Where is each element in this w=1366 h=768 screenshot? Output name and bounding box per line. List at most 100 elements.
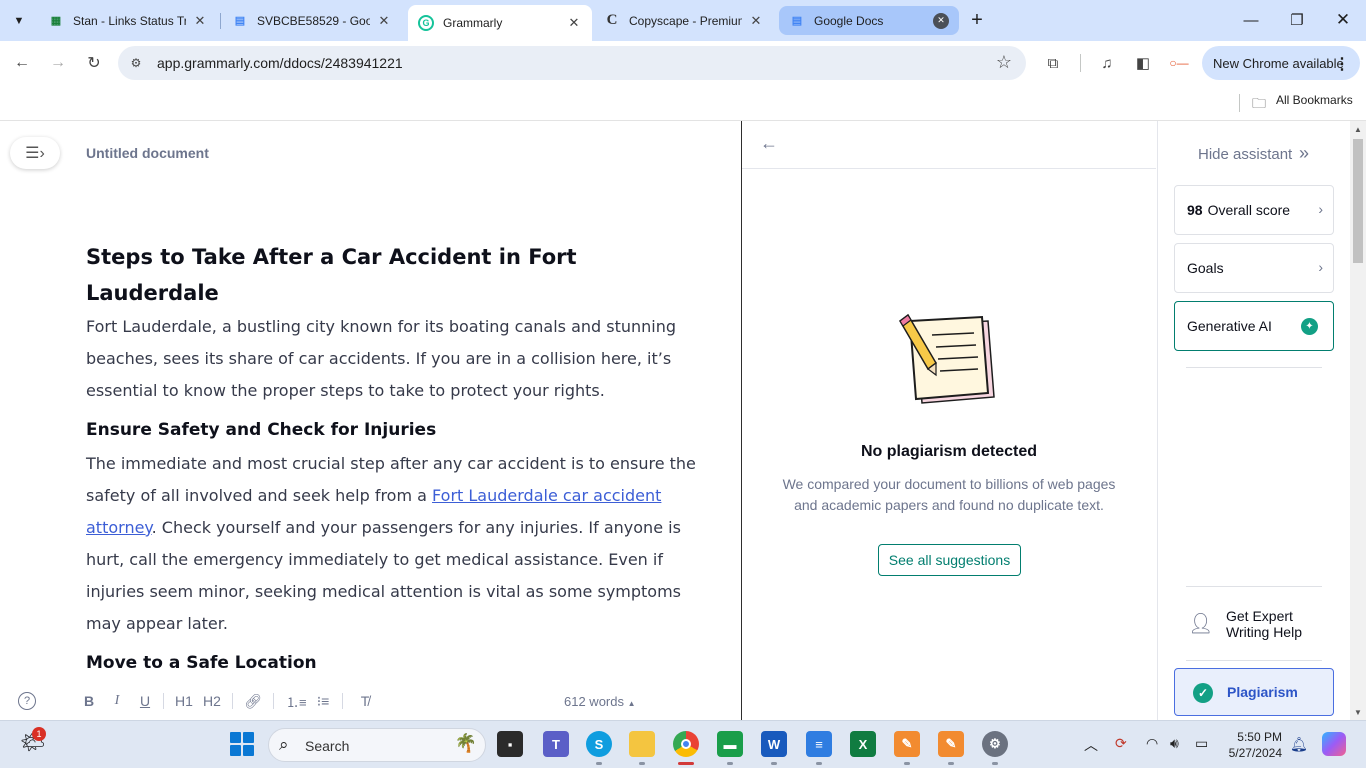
get-expert-help-link[interactable]: Get Expert Writing Help — [1226, 608, 1336, 640]
hide-assistant-button[interactable]: Hide assistant — [1198, 146, 1292, 163]
intro-paragraph: Fort Lauderdale, a bustling city known f… — [86, 317, 677, 400]
wifi-icon[interactable]: ◠ — [1146, 735, 1158, 752]
close-tab-icon[interactable]: ✕ — [933, 12, 949, 29]
word-app-icon[interactable]: W — [761, 731, 787, 757]
search-placeholder: Search — [305, 738, 350, 754]
document-title[interactable]: Untitled document — [86, 145, 209, 161]
overall-score-card[interactable]: 98 Overall score › — [1174, 185, 1334, 235]
extensions-icon[interactable]: ⧉ — [1043, 53, 1063, 73]
numbered-list-icon[interactable]: ⒈≡ — [286, 690, 307, 712]
app-orange-icon-2[interactable]: ✎ — [938, 731, 964, 757]
clock[interactable]: 5:50 PM 5/27/2024 — [1218, 729, 1282, 761]
tab-grammarly[interactable]: G Grammarly ✕ — [408, 5, 592, 41]
plagiarism-panel: ← No plagiarism detected We compared you… — [742, 121, 1156, 720]
tab-copyscape[interactable]: C Copyscape - Premium ✕ — [594, 6, 774, 35]
notepad-app-icon[interactable]: ≡ — [806, 731, 832, 757]
docs-icon: ▤ — [791, 15, 803, 27]
excel-app-icon[interactable]: X — [850, 731, 876, 757]
generative-ai-card[interactable]: Generative AI ✦ — [1174, 301, 1334, 351]
forward-icon[interactable]: → — [45, 50, 71, 76]
start-windows-icon[interactable] — [230, 732, 254, 756]
overall-score-value: 98 — [1187, 202, 1203, 218]
chat-app-icon[interactable]: ▬ — [717, 731, 743, 757]
new-tab-icon[interactable]: + — [966, 9, 988, 31]
tab-title: Grammarly — [443, 16, 503, 30]
restore-icon[interactable]: ❐ — [1285, 8, 1309, 32]
close-tab-icon[interactable]: ✕ — [748, 13, 764, 29]
section-paragraph: The immediate and most crucial step afte… — [86, 448, 696, 640]
reload-icon[interactable]: ↻ — [81, 50, 107, 76]
app-orange-icon[interactable]: ✎ — [894, 731, 920, 757]
browser-tab-strip: ▼ ▦ Stan - Links Status Tra ✕ ▤ SVBCBE58… — [0, 0, 1366, 41]
scroll-down-icon[interactable]: ▼ — [1354, 708, 1362, 717]
url-text[interactable]: app.grammarly.com/ddocs/2483941221 — [157, 55, 403, 71]
caret-up-icon: ▲ — [627, 699, 636, 708]
side-panel-icon[interactable]: ◧ — [1133, 53, 1153, 73]
plagiarism-card[interactable]: ✓ Plagiarism — [1174, 668, 1334, 716]
menu-icon[interactable]: ☰› — [10, 137, 60, 169]
more-menu-icon[interactable]: ⋮ — [1334, 54, 1350, 74]
tab-google-docs[interactable]: ▤ Google Docs ✕ — [779, 6, 959, 35]
see-all-suggestions-button[interactable]: See all suggestions — [878, 544, 1021, 576]
address-bar[interactable]: ⚙ app.grammarly.com/ddocs/2483941221 ☆ — [118, 46, 1026, 80]
minimize-icon[interactable]: — — [1239, 8, 1263, 32]
volume-icon[interactable]: 🔊︎ — [1170, 735, 1179, 752]
section-heading: Ensure Safety and Check for Injuries — [86, 420, 437, 440]
plagiarism-title: No plagiarism detected — [860, 443, 1038, 460]
goals-card[interactable]: Goals › — [1174, 243, 1334, 293]
sync-icon[interactable]: ⟳ — [1115, 735, 1127, 752]
taskbar-search[interactable]: ⌕ Search 🌴 — [268, 728, 486, 762]
file-explorer-icon[interactable] — [629, 731, 655, 757]
heading2-button[interactable]: H2 — [203, 690, 221, 712]
page-scrollbar[interactable]: ▲ ▼ — [1350, 121, 1366, 720]
site-info-icon[interactable]: ⚙ — [128, 55, 144, 71]
formatting-toolbar: ? B I U H1 H2 🔗︎ ⒈≡ ⁝≡ T̸ 612 words ▲ — [0, 684, 741, 720]
clear-formatting-icon[interactable]: T̸ — [356, 690, 374, 712]
media-control-icon[interactable]: ♫ — [1097, 53, 1117, 73]
toolbar-divider — [232, 693, 233, 709]
scroll-up-icon[interactable]: ▲ — [1354, 125, 1362, 134]
close-window-icon[interactable]: ✕ — [1331, 8, 1355, 32]
assistant-sidebar: Hide assistant » 98 Overall score › Goal… — [1157, 121, 1350, 720]
underline-button[interactable]: U — [136, 690, 154, 712]
chrome-app-icon[interactable] — [673, 731, 699, 757]
tab-svbcbe[interactable]: ▤ SVBCBE58529 - Goog ✕ — [222, 6, 402, 35]
skype-app-icon[interactable]: S — [586, 731, 612, 757]
all-bookmarks-link[interactable]: All Bookmarks — [1276, 93, 1353, 107]
toolbar-divider — [273, 693, 274, 709]
bookmark-star-icon[interactable]: ☆ — [996, 52, 1012, 73]
toolbar-divider — [1080, 54, 1081, 72]
running-indicator — [596, 762, 602, 765]
back-arrow-icon[interactable]: ← — [760, 133, 778, 154]
bullet-list-icon[interactable]: ⁝≡ — [314, 690, 332, 712]
settings-gear-icon[interactable]: ⚙ — [982, 731, 1008, 757]
close-tab-icon[interactable]: ✕ — [192, 13, 208, 29]
tab-search-chevron-icon[interactable]: ▼ — [8, 10, 30, 32]
close-tab-icon[interactable]: ✕ — [566, 15, 582, 31]
bold-button[interactable]: B — [80, 690, 98, 712]
chevron-up-icon[interactable]: ︿ — [1084, 735, 1098, 755]
back-icon[interactable]: ← — [9, 50, 35, 76]
close-tab-icon[interactable]: ✕ — [376, 13, 392, 29]
teams-app-icon[interactable]: T — [543, 731, 569, 757]
chrome-update-button[interactable]: New Chrome available ⋮ — [1202, 46, 1360, 80]
folder-icon[interactable]: 🗀 — [1252, 93, 1266, 117]
chrome-update-label: New Chrome available — [1213, 55, 1344, 71]
tab-links-status[interactable]: ▦ Stan - Links Status Tra ✕ — [38, 6, 218, 35]
document-body[interactable]: Steps to Take After a Car Accident in Fo… — [86, 239, 696, 681]
heading1-button[interactable]: H1 — [175, 690, 193, 712]
battery-icon[interactable]: ▭ — [1195, 735, 1208, 752]
notification-bell-icon[interactable]: 🔔︎ — [1290, 736, 1308, 753]
word-count[interactable]: 612 words ▲ — [564, 694, 636, 709]
search-icon: ⌕ — [279, 735, 289, 754]
help-icon[interactable]: ? — [18, 692, 36, 710]
extension-icon[interactable]: ○— — [1169, 53, 1189, 73]
copilot-icon[interactable] — [1322, 732, 1346, 756]
link-icon[interactable]: 🔗︎ — [244, 690, 262, 712]
bookmarks-divider — [1239, 94, 1240, 112]
italic-button[interactable]: I — [108, 690, 126, 712]
scroll-thumb[interactable] — [1353, 139, 1363, 263]
terminal-app-icon[interactable]: ▪ — [497, 731, 523, 757]
double-chevron-right-icon[interactable]: » — [1299, 143, 1309, 164]
goals-label: Goals — [1187, 260, 1224, 276]
